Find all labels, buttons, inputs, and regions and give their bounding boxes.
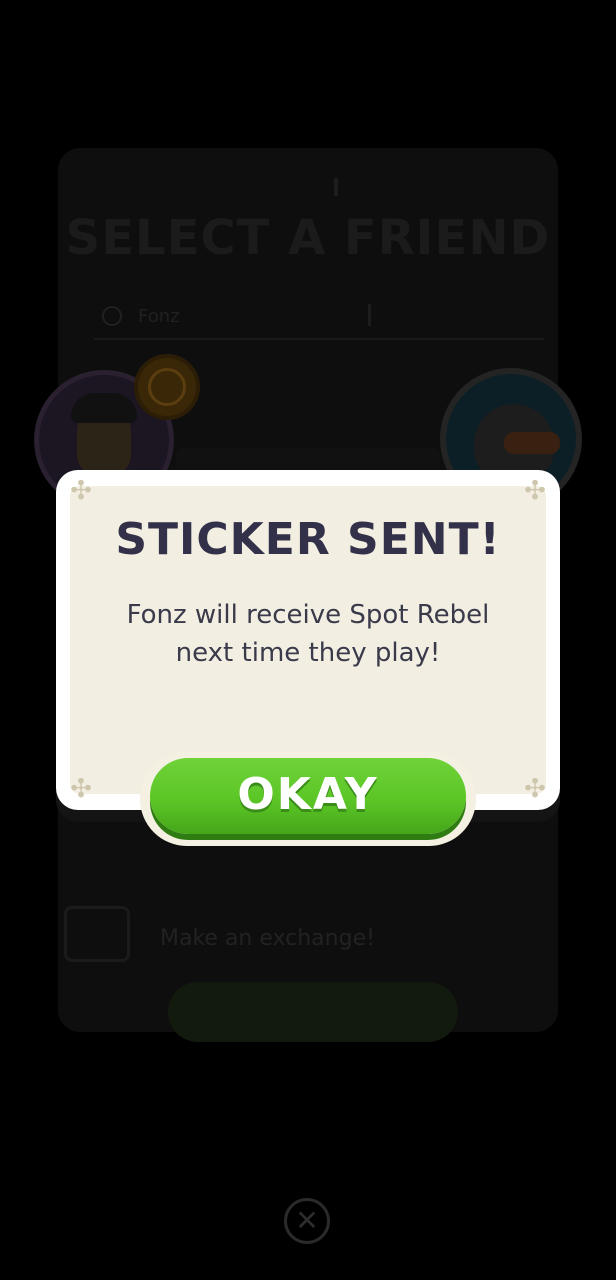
okay-button[interactable]: OKAY xyxy=(150,758,466,834)
okay-button-label: OKAY xyxy=(237,769,379,820)
smiley-badge-icon xyxy=(134,354,200,420)
text-cursor xyxy=(368,304,371,326)
exchange-row: Make an exchange! xyxy=(64,896,544,966)
friend-search-value: Fonz xyxy=(138,306,180,327)
friend-name-strip xyxy=(176,448,440,472)
exchange-icon xyxy=(64,906,130,962)
popup-message-line-2: next time they play! xyxy=(175,638,441,668)
popup-title: STICKER SENT! xyxy=(115,514,501,565)
corner-ornament-icon: ✣ xyxy=(524,774,546,804)
background-dialog-button xyxy=(168,982,458,1042)
background-dialog-title: SELECT A FRIEND xyxy=(65,210,551,266)
bone-icon xyxy=(504,432,560,454)
player-hair-icon xyxy=(71,393,137,423)
smiley-face-icon xyxy=(148,368,186,406)
popup-message: Fonz will receive Spot Rebel next time t… xyxy=(96,596,520,672)
corner-ornament-icon: ✣ xyxy=(70,774,92,804)
popup-message-line-1: Fonz will receive Spot Rebel xyxy=(126,600,490,630)
drag-handle xyxy=(334,178,338,196)
exchange-row-label: Make an exchange! xyxy=(160,926,375,951)
corner-ornament-icon: ✣ xyxy=(70,476,92,506)
okay-button-frame: OKAY xyxy=(140,752,476,846)
friend-search-field: Fonz xyxy=(94,298,544,340)
screen: SELECT A FRIEND Fonz Make an exchange! ✣… xyxy=(0,0,616,1280)
corner-ornament-icon: ✣ xyxy=(524,476,546,506)
close-icon[interactable]: ✕ xyxy=(284,1198,330,1244)
search-icon xyxy=(102,306,122,326)
